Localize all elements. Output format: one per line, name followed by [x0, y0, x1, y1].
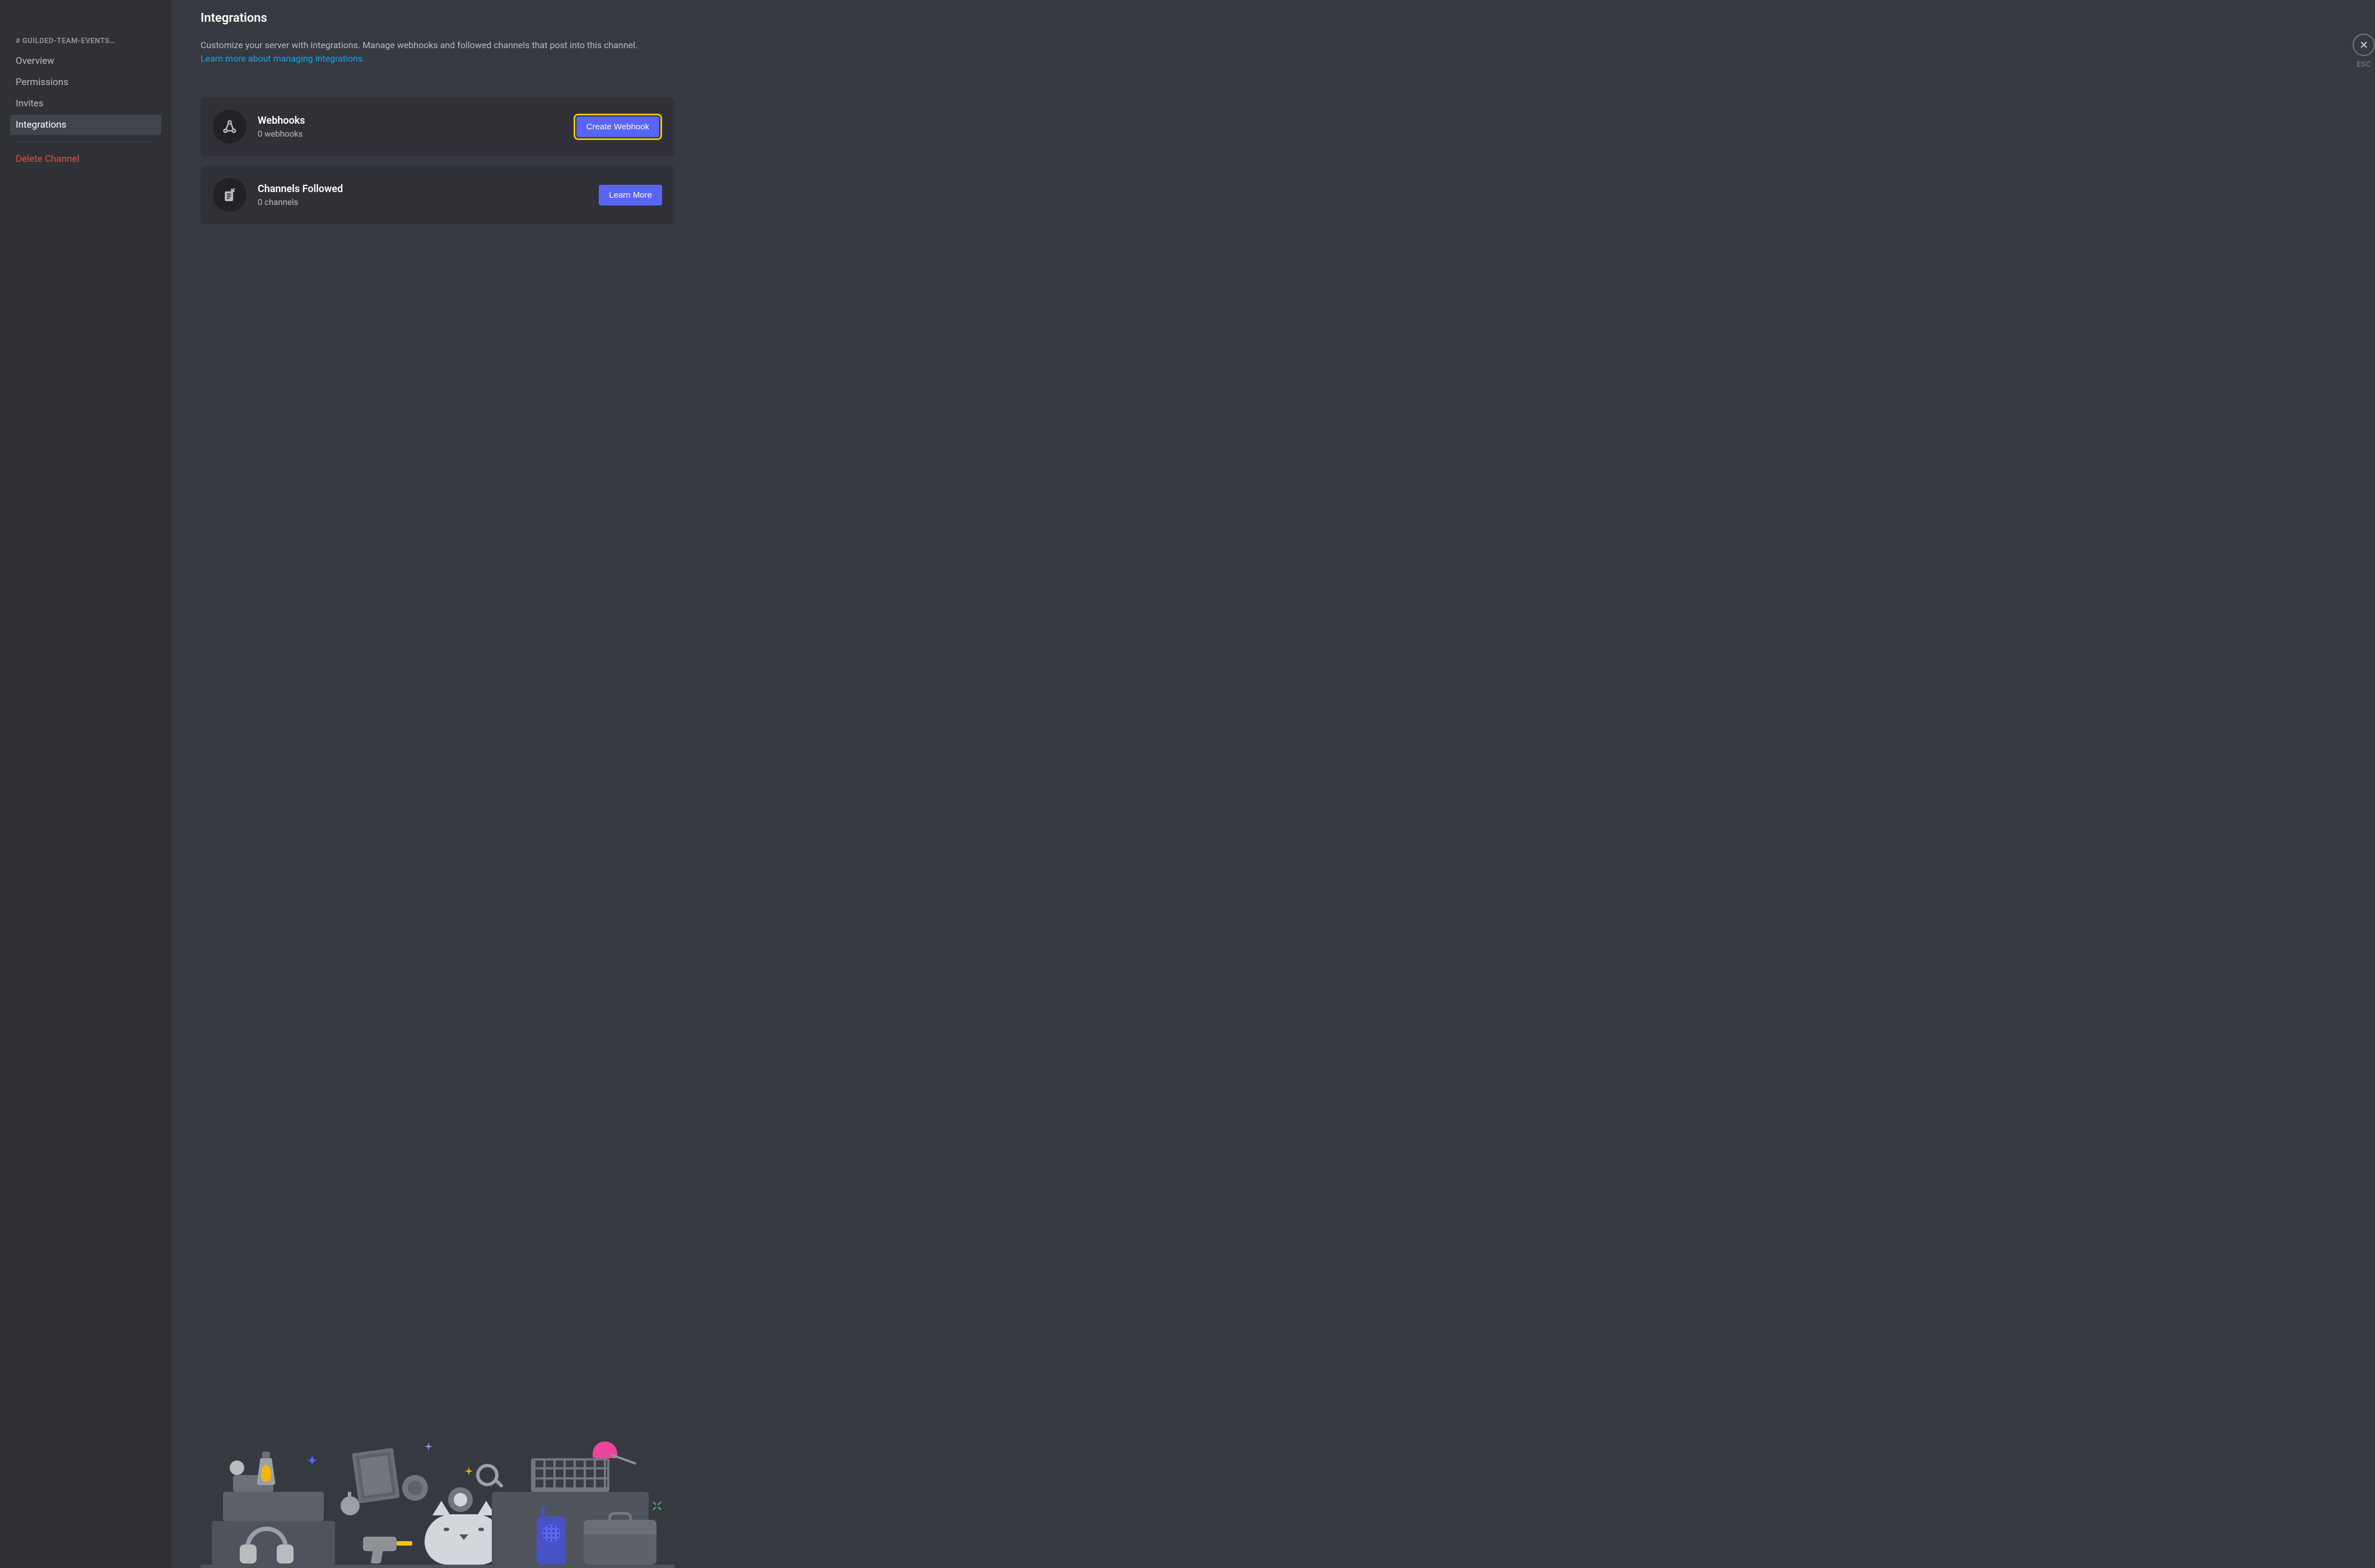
sidebar-item-label: Invites — [16, 98, 44, 109]
sidebar-item-invites[interactable]: Invites — [10, 94, 161, 114]
content-divider — [201, 80, 674, 81]
sidebar-channel-header: # GUILDED-TEAM-EVENTS… — [10, 34, 161, 51]
webhooks-card-title: Webhooks — [258, 115, 562, 127]
channels-followed-card-title: Channels Followed — [258, 183, 588, 195]
sidebar-inner: # GUILDED-TEAM-EVENTS… Overview Permissi… — [7, 34, 165, 169]
sidebar-item-delete-channel[interactable]: Delete Channel — [10, 149, 161, 169]
channels-followed-icon — [213, 178, 246, 212]
close-esc-label: ESC — [2357, 60, 2371, 69]
webhooks-card-body: Webhooks 0 webhooks — [258, 115, 562, 139]
settings-content: Integrations Customize your server with … — [171, 0, 761, 1568]
tutorial-highlight: Create Webhook — [574, 114, 662, 140]
webhook-icon — [213, 110, 246, 143]
channels-followed-card: Channels Followed 0 channels Learn More — [201, 166, 674, 224]
page-description: Customize your server with integrations.… — [201, 39, 660, 66]
learn-more-link[interactable]: Learn more about managing integrations. — [201, 53, 365, 64]
sidebar-item-label: Overview — [16, 55, 54, 67]
page-title: Integrations — [201, 11, 738, 25]
close-area: ESC — [2353, 34, 2375, 69]
sidebar-item-label: Permissions — [16, 77, 68, 88]
decorative-illustration: ✦ — [201, 1434, 674, 1568]
page-description-text: Customize your server with integrations.… — [201, 40, 637, 50]
sidebar-item-integrations[interactable]: Integrations — [10, 115, 161, 135]
close-button[interactable] — [2353, 34, 2375, 56]
settings-sidebar: # GUILDED-TEAM-EVENTS… Overview Permissi… — [0, 0, 171, 1568]
learn-more-button[interactable]: Learn More — [599, 185, 662, 206]
sidebar-item-permissions[interactable]: Permissions — [10, 72, 161, 92]
sidebar-item-label: Integrations — [16, 119, 66, 130]
app-root: # GUILDED-TEAM-EVENTS… Overview Permissi… — [0, 0, 2375, 1568]
sidebar-item-overview[interactable]: Overview — [10, 51, 161, 71]
channels-followed-card-subtitle: 0 channels — [258, 197, 588, 207]
channels-followed-card-body: Channels Followed 0 channels — [258, 183, 588, 207]
create-webhook-button[interactable]: Create Webhook — [576, 116, 659, 137]
webhooks-card-subtitle: 0 webhooks — [258, 129, 562, 139]
sidebar-item-label: Delete Channel — [16, 153, 80, 165]
close-icon — [2359, 40, 2369, 50]
webhooks-card: Webhooks 0 webhooks Create Webhook — [201, 97, 674, 156]
